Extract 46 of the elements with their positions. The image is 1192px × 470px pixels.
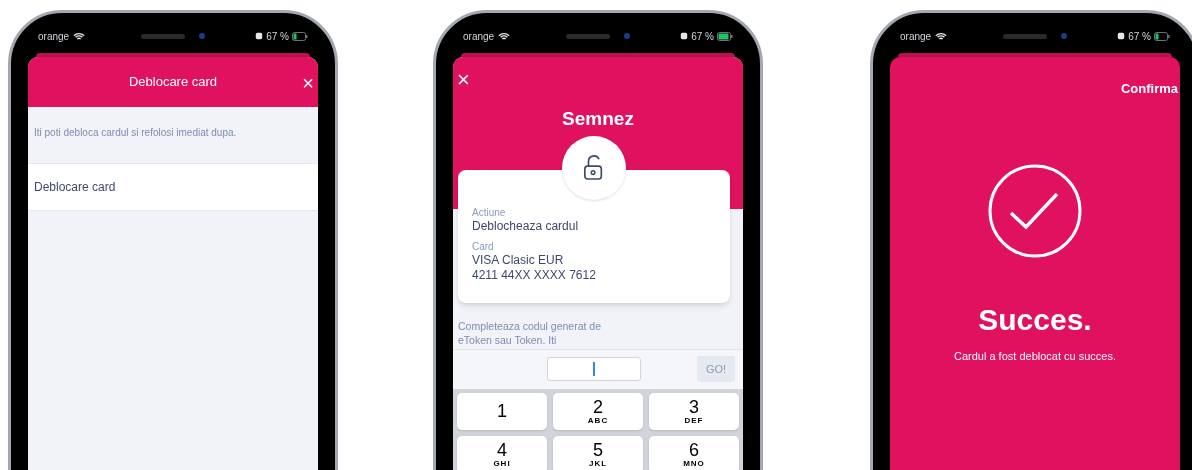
- keypad-key[interactable]: 5 JKL: [553, 435, 643, 470]
- description-text: Iti poti debloca cardul si refolosi imediat dupa.: [33, 126, 238, 140]
- speaker-grille: [1003, 33, 1047, 39]
- wifi-icon: [73, 31, 86, 41]
- alarm-icon: [255, 32, 264, 40]
- carrier-name: orange: [463, 29, 495, 44]
- unlocked-padlock-icon: [583, 154, 605, 181]
- wifi-icon: [498, 31, 511, 41]
- field-label: Card: [472, 239, 495, 253]
- battery-percent: 67 %: [691, 29, 714, 44]
- screen-title: Deblocare card: [128, 73, 218, 92]
- screen-title: Semnez: [562, 107, 634, 131]
- list-item[interactable]: Deblocare card: [28, 163, 318, 211]
- code-input-field[interactable]: [547, 357, 641, 381]
- carrier-name: orange: [900, 29, 932, 44]
- keypad-key[interactable]: 3 DEF: [649, 392, 739, 430]
- alarm-icon: [1117, 32, 1126, 40]
- field-label: Actiune: [472, 205, 507, 219]
- keypad-key[interactable]: 4 GHI: [457, 435, 547, 470]
- field-value: Deblocheaza cardul: [472, 218, 580, 234]
- camera-lens: [624, 33, 630, 39]
- battery-percent: 67 %: [1128, 29, 1151, 44]
- speaker-grille: [566, 33, 610, 39]
- alarm-icon: [680, 32, 689, 40]
- battery-icon: [717, 31, 733, 41]
- battery-icon: [292, 31, 308, 41]
- field-value: VISA Clasic EUR: [472, 252, 565, 268]
- close-button[interactable]: ×: [457, 69, 470, 91]
- close-button[interactable]: ×: [302, 73, 314, 93]
- battery-icon: [1154, 31, 1170, 41]
- instructions-text: Completeaza codul generat de eToken sau Token. Iti: [458, 318, 602, 348]
- field-value: 4211 44XX XXXX 7612: [472, 267, 597, 283]
- success-title: Succes.: [978, 301, 1092, 338]
- speaker-grille: [141, 33, 185, 39]
- camera-lens: [199, 33, 205, 39]
- success-message: Cardul a fost deblocat cu succes.: [954, 348, 1116, 364]
- checkmark-circle-icon: [987, 162, 1083, 259]
- text-cursor: [593, 362, 595, 376]
- keypad-key[interactable]: 1: [457, 392, 547, 430]
- battery-percent: 67 %: [266, 29, 289, 44]
- wifi-icon: [935, 31, 948, 41]
- keypad-key[interactable]: 6 MNO: [649, 435, 739, 470]
- confirm-button[interactable]: Confirma: [1120, 79, 1178, 99]
- camera-lens: [1061, 33, 1067, 39]
- keypad-key[interactable]: 2 ABC: [553, 392, 643, 430]
- carrier-name: orange: [38, 29, 70, 44]
